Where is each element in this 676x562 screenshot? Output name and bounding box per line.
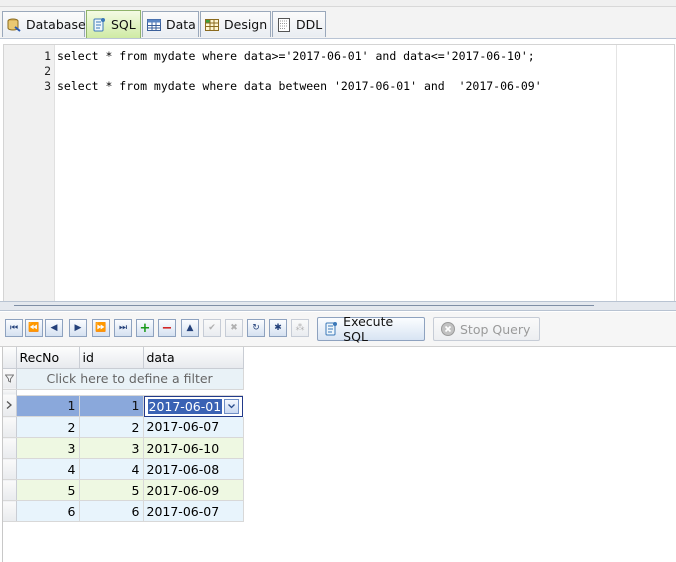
tab-database[interactable]: Database bbox=[2, 11, 86, 37]
stop-icon bbox=[439, 321, 456, 338]
navigator-toolbar: ⏮ ⏪ ◀ ▶ ⏩ ⏭ + − ▲ ✔ ✖ ↻ ✱ ⁂ Execute SQL … bbox=[0, 312, 676, 347]
tab-design[interactable]: Design bbox=[200, 11, 271, 37]
tab-label: Data bbox=[166, 17, 196, 32]
cell-data-editor[interactable]: 2017-06-01 bbox=[143, 395, 244, 417]
code-line[interactable]: select * from mydate where data between … bbox=[57, 79, 542, 93]
tab-label: Design bbox=[224, 17, 268, 32]
post-edit-button[interactable]: ✔ bbox=[203, 319, 221, 337]
tab-label: DDL bbox=[296, 17, 323, 32]
cell-id[interactable]: 4 bbox=[79, 458, 144, 480]
prior-page-button[interactable]: ⏪ bbox=[25, 319, 43, 337]
pane-splitter[interactable] bbox=[0, 301, 676, 311]
filter-placeholder[interactable]: Click here to define a filter bbox=[16, 368, 244, 390]
column-header-recno[interactable]: RecNo bbox=[16, 347, 80, 369]
table-design-icon bbox=[204, 16, 220, 33]
cell-id[interactable]: 3 bbox=[79, 437, 144, 459]
table-row[interactable]: 6 6 2017-06-07 bbox=[3, 500, 244, 522]
delete-record-button[interactable]: − bbox=[158, 319, 176, 337]
cell-data[interactable]: 2017-06-09 bbox=[143, 479, 244, 501]
column-header-data[interactable]: data bbox=[143, 347, 244, 369]
filter-row[interactable]: Click here to define a filter bbox=[3, 368, 244, 390]
table-row[interactable]: 4 4 2017-06-08 bbox=[3, 458, 244, 480]
sql-editor[interactable]: 1 2 3 select * from mydate where data>='… bbox=[3, 44, 675, 302]
line-number-gutter: 1 2 3 bbox=[4, 45, 55, 301]
table-row[interactable]: 5 5 2017-06-09 bbox=[3, 479, 244, 501]
cell-recno[interactable]: 2 bbox=[16, 416, 80, 438]
cell-recno[interactable]: 4 bbox=[16, 458, 80, 480]
database-icon bbox=[6, 16, 22, 33]
cell-id[interactable]: 6 bbox=[79, 500, 144, 522]
code-line[interactable]: select * from mydate where data>='2017-0… bbox=[57, 49, 535, 63]
cell-data[interactable]: 2017-06-01 bbox=[147, 398, 223, 414]
next-page-button[interactable]: ⏩ bbox=[92, 319, 110, 337]
window-top-strip bbox=[0, 0, 676, 7]
ddl-document-icon bbox=[276, 16, 292, 33]
cell-data[interactable]: 2017-06-08 bbox=[143, 458, 244, 480]
chevron-down-icon[interactable] bbox=[224, 398, 240, 414]
table-data-icon bbox=[146, 16, 162, 33]
cancel-edit-button[interactable]: ✖ bbox=[225, 319, 243, 337]
cell-id[interactable]: 1 bbox=[79, 395, 144, 417]
cell-recno[interactable]: 1 bbox=[16, 395, 80, 417]
cell-id[interactable]: 2 bbox=[79, 416, 144, 438]
tab-label: Database bbox=[26, 17, 86, 32]
cell-recno[interactable]: 6 bbox=[16, 500, 80, 522]
row-indicator-header bbox=[3, 347, 17, 369]
column-header-id[interactable]: id bbox=[79, 347, 144, 369]
execute-sql-icon bbox=[323, 321, 339, 338]
insert-record-button[interactable]: + bbox=[136, 319, 154, 337]
table-row[interactable]: 1 1 2017-06-01 bbox=[3, 395, 244, 417]
goto-bookmark-button[interactable]: ⁂ bbox=[291, 319, 309, 337]
cell-recno[interactable]: 3 bbox=[16, 437, 80, 459]
first-record-button[interactable]: ⏮ bbox=[5, 319, 23, 337]
tab-ddl[interactable]: DDL bbox=[272, 11, 326, 37]
cell-recno[interactable]: 5 bbox=[16, 479, 80, 501]
splitter-grip bbox=[14, 305, 594, 308]
stop-query-button[interactable]: Stop Query bbox=[433, 317, 540, 341]
grid-header-row: RecNo id data bbox=[3, 347, 244, 369]
results-grid: RecNo id data Click here to define a fil… bbox=[2, 347, 676, 562]
right-margin-line bbox=[616, 45, 617, 301]
current-row-arrow-icon bbox=[3, 395, 17, 417]
cell-data[interactable]: 2017-06-07 bbox=[143, 416, 244, 438]
line-number: 1 bbox=[44, 49, 51, 63]
sql-scroll-icon bbox=[90, 16, 107, 33]
bookmark-button[interactable]: ✱ bbox=[269, 319, 287, 337]
next-record-button[interactable]: ▶ bbox=[69, 319, 87, 337]
execute-sql-button[interactable]: Execute SQL bbox=[317, 314, 425, 344]
refresh-button[interactable]: ↻ bbox=[247, 319, 265, 337]
tab-sql[interactable]: SQL bbox=[86, 10, 141, 38]
edit-record-button[interactable]: ▲ bbox=[181, 319, 199, 337]
line-number: 2 bbox=[44, 64, 51, 78]
line-number: 3 bbox=[44, 79, 51, 93]
prior-record-button[interactable]: ◀ bbox=[45, 319, 63, 337]
tab-label: SQL bbox=[111, 17, 136, 32]
table-row[interactable]: 3 3 2017-06-10 bbox=[3, 437, 244, 459]
filter-icon bbox=[3, 368, 17, 390]
tab-bar: Database SQL Data Design DDL bbox=[0, 7, 676, 39]
cell-id[interactable]: 5 bbox=[79, 479, 144, 501]
tab-data[interactable]: Data bbox=[142, 11, 199, 37]
cell-data[interactable]: 2017-06-10 bbox=[143, 437, 244, 459]
stop-query-label: Stop Query bbox=[460, 321, 531, 337]
last-record-button[interactable]: ⏭ bbox=[114, 319, 132, 337]
table-row[interactable]: 2 2 2017-06-07 bbox=[3, 416, 244, 438]
cell-data[interactable]: 2017-06-07 bbox=[143, 500, 244, 522]
execute-sql-label: Execute SQL bbox=[343, 314, 394, 344]
